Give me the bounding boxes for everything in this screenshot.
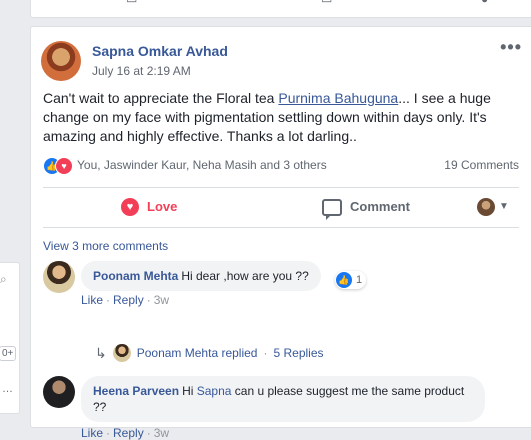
search-icon[interactable]: ⌕ [0, 272, 16, 294]
share-icon[interactable]: ▭ [321, 0, 332, 6]
love-button[interactable]: ♥ Love [121, 191, 177, 223]
comment-time[interactable]: 3w [154, 426, 169, 440]
comment-time[interactable]: 3w [154, 293, 169, 307]
comment-icon[interactable]: ▭ [126, 0, 137, 6]
reply-arrow-icon: ↳ [95, 344, 107, 361]
like-reaction-icon: 👍 [336, 272, 352, 288]
avatar [112, 344, 131, 362]
comment-text: Hi dear ,how are you ?? [181, 269, 309, 283]
divider [43, 187, 519, 188]
comment-count[interactable]: 19 Comments [444, 158, 519, 172]
reaction-names[interactable]: You, Jaswinder Kaur, Neha Masih and 3 ot… [77, 158, 327, 172]
separator: · [106, 426, 111, 440]
avatar [477, 198, 495, 216]
heart-icon: ♥ [121, 198, 139, 216]
comment-text-start: Hi [182, 384, 197, 398]
comment-bubble: Poonam Mehta Hi dear ,how are you ?? [81, 261, 321, 291]
previous-post-card: ▭ ▭ ● [30, 0, 531, 18]
post-text-start: Can't wait to appreciate the Floral tea [43, 90, 279, 106]
comment-actions: Like · Reply · 3w [81, 293, 169, 307]
post-author[interactable]: Sapna Omkar Avhad [92, 43, 228, 59]
replied-name: Poonam Mehta replied [136, 346, 258, 360]
separator: · [146, 426, 151, 440]
comment-reaction-count[interactable]: 👍 1 [335, 271, 367, 289]
more-options-icon[interactable]: ••• [500, 37, 522, 58]
separator: · [146, 293, 151, 307]
post-body: Can't wait to appreciate the Floral tea … [43, 89, 519, 146]
mention-link[interactable]: Purnima Bahuguna [278, 90, 398, 106]
love-label: Love [147, 199, 178, 214]
comment: Heena Parveen Hi Sapna can u please sugge… [43, 376, 519, 440]
mention-link[interactable]: Sapna [197, 384, 232, 398]
count-badge: 0+ [0, 346, 17, 361]
commenter-name[interactable]: Heena Parveen [93, 384, 179, 398]
comment-label: Comment [350, 199, 410, 214]
like-link[interactable]: Like [81, 426, 103, 440]
post-actions: ♥ Love Comment ▼ [31, 191, 531, 223]
comment-button[interactable]: Comment [322, 191, 410, 223]
post-as-selector[interactable]: ▼ [477, 191, 509, 223]
view-more-comments-link[interactable]: View 3 more comments [43, 239, 168, 253]
comment-bubble: Heena Parveen Hi Sapna can u please sugge… [81, 376, 485, 422]
like-link[interactable]: Like [81, 293, 103, 307]
post-timestamp[interactable]: July 16 at 2:19 AM [92, 64, 191, 78]
commenter-name[interactable]: Poonam Mehta [93, 269, 178, 283]
view-replies-link[interactable]: ↳ Poonam Mehta replied · 5 Replies [95, 344, 324, 362]
avatar[interactable] [43, 376, 75, 408]
more-dots-icon[interactable]: … [2, 383, 13, 395]
post-card: Sapna Omkar Avhad July 16 at 2:19 AM •••… [30, 26, 531, 440]
comment-actions: Like · Reply · 3w [81, 426, 169, 440]
separator: · [106, 293, 111, 307]
reply-link[interactable]: Reply [113, 293, 144, 307]
love-reaction-icon: ♥ [55, 157, 73, 175]
comment-icon [322, 198, 342, 220]
separator: · [263, 346, 268, 360]
reaction-count: 1 [356, 274, 363, 286]
comments-section: View 3 more comments Poonam Mehta Hi dear… [31, 227, 531, 440]
reactions-summary[interactable]: 👍 ♥ You, Jaswinder Kaur, Neha Masih and … [43, 157, 519, 175]
chevron-down-icon: ▼ [499, 201, 509, 212]
viewer-avatar[interactable]: ● [481, 0, 488, 6]
avatar[interactable] [43, 261, 75, 293]
reply-count: 5 Replies [273, 346, 324, 360]
reply-link[interactable]: Reply [113, 426, 144, 440]
avatar[interactable] [41, 41, 81, 81]
